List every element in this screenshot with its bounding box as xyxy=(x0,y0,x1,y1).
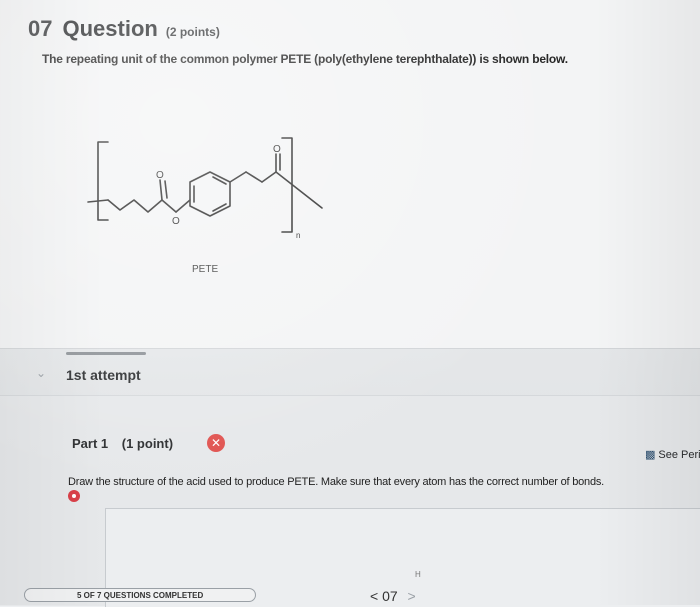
ester-bond-left xyxy=(161,199,177,213)
question-prompt: The repeating unit of the common polymer… xyxy=(42,52,568,66)
left-bracket xyxy=(97,141,109,221)
ester-to-ring xyxy=(175,199,191,213)
attempt-header[interactable]: ⌄ 1st attempt xyxy=(30,352,670,392)
right-tail-bond xyxy=(275,171,323,209)
nav-prev-button[interactable]: < xyxy=(370,588,378,604)
chart-icon: ▩ xyxy=(645,449,656,461)
nav-current-question[interactable]: 07 xyxy=(382,588,398,604)
part-title: Part 1 (1 point) xyxy=(72,436,173,451)
structure-caption: PETE xyxy=(192,264,219,275)
carbonyl-right xyxy=(261,171,277,183)
part-points: (1 point) xyxy=(121,436,174,451)
benzene-inner-2 xyxy=(212,203,227,212)
x-circle-icon: ✕ xyxy=(207,434,225,452)
subscript-n: n xyxy=(296,231,300,240)
ester-carbonyl-left xyxy=(159,179,163,201)
left-tail-bond xyxy=(87,199,109,203)
question-header: 07 Question (2 points) xyxy=(28,16,220,42)
benzene-ring xyxy=(189,171,231,217)
oxygen-label-left-carbonyl: O xyxy=(156,170,164,181)
ring-to-ester xyxy=(229,171,247,183)
part-panel: Part 1 (1 point) ✕ ▩ See Peri Draw the st… xyxy=(0,395,700,607)
question-panel: 07 Question (2 points) The repeating uni… xyxy=(0,0,700,349)
part-title-text: Part 1 xyxy=(72,436,109,451)
chevron-down-icon[interactable]: ⌄ xyxy=(36,366,46,380)
right-bracket xyxy=(281,137,293,233)
question-navigation: < 07 > xyxy=(370,588,416,604)
see-periodic-table-link[interactable]: ▩ See Peri xyxy=(645,448,700,461)
attempt-progress-bar xyxy=(66,352,146,355)
benzene-inner-1 xyxy=(212,176,227,185)
oxygen-label-right: O xyxy=(273,144,281,155)
status-dot-icon xyxy=(68,490,80,502)
question-number: 07 xyxy=(28,16,53,41)
oxygen-label-ester: O xyxy=(172,216,180,227)
progress-indicator: 5 OF 7 QUESTIONS COMPLETED xyxy=(24,588,256,602)
question-title: Question xyxy=(62,16,158,41)
see-link-label[interactable]: See Peri xyxy=(658,449,700,461)
ethylene-chain xyxy=(107,199,163,213)
nav-next-button[interactable]: > xyxy=(408,588,416,604)
ester-carbonyl-left-double xyxy=(164,180,168,199)
draw-instructions: Draw the structure of the acid used to p… xyxy=(68,476,605,488)
ester-o-bond xyxy=(245,171,263,183)
canvas-small-label: H xyxy=(415,570,421,579)
pete-structure-diagram: O O O n xyxy=(87,137,323,240)
attempt-label[interactable]: 1st attempt xyxy=(66,367,141,383)
question-points: (2 points) xyxy=(165,25,220,39)
